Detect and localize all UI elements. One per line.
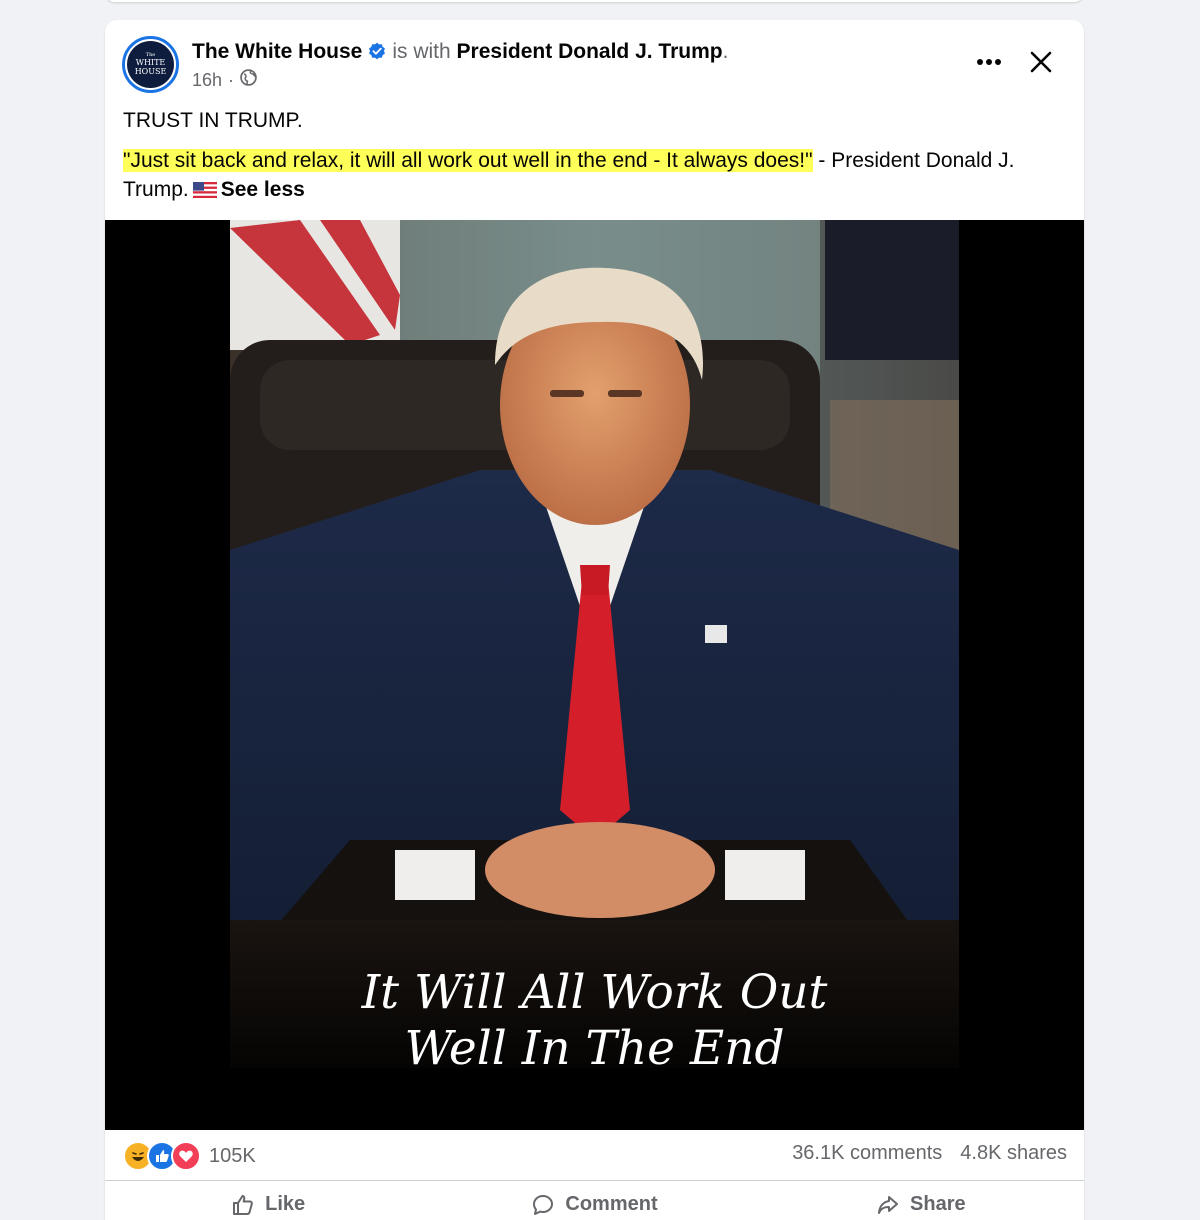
post-text-line: TRUST IN TRUMP.	[123, 109, 303, 132]
highlighted-quote: "Just sit back and relax, it will all wo…	[123, 149, 813, 172]
image-caption-line: It Will All Work Out	[361, 965, 828, 1020]
engagement-counts: 36.1K comments 4.8K shares	[792, 1142, 1067, 1165]
share-icon	[878, 1196, 899, 1214]
close-button[interactable]	[1023, 44, 1059, 80]
see-less-link[interactable]: See less	[221, 178, 305, 201]
comment-icon	[533, 1195, 554, 1215]
shares-count-link[interactable]: 4.8K shares	[960, 1142, 1067, 1165]
thumbs-up-icon	[233, 1195, 254, 1215]
like-label: Like	[265, 1193, 306, 1215]
reactions-summary[interactable]: 105K	[123, 1141, 256, 1171]
tagged-person-link[interactable]: President Donald J. Trump	[457, 40, 723, 63]
reaction-count: 105K	[209, 1144, 256, 1167]
is-with-text: is with	[392, 40, 451, 63]
verified-badge-icon	[368, 41, 386, 67]
post-meta: 16h ·	[192, 69, 257, 91]
white-house-logo: The WHITE HOUSE	[127, 41, 174, 88]
portrait-photo	[230, 220, 959, 1068]
meta-separator: ·	[228, 70, 235, 90]
share-label: Share	[910, 1193, 966, 1215]
post-body-text: TRUST IN TRUMP. "Just sit back and relax…	[123, 106, 1063, 206]
us-flag-emoji-icon	[192, 177, 217, 206]
image-caption-line: Well In The End	[404, 1021, 785, 1076]
more-options-button[interactable]	[971, 44, 1007, 80]
love-icon	[171, 1141, 201, 1171]
facebook-post: The WHITE HOUSE The White House is with P…	[105, 20, 1084, 1220]
post-time-link[interactable]: 16h	[192, 69, 222, 91]
post-image[interactable]: It Will All Work Out Well In The End	[105, 220, 1084, 1130]
post-author-line: The White House is with President Donald …	[192, 39, 728, 67]
like-button[interactable]: Like	[105, 1181, 431, 1220]
avatar-text-house: HOUSE	[135, 67, 167, 76]
share-button[interactable]: Share	[758, 1181, 1084, 1220]
globe-icon[interactable]	[240, 69, 257, 91]
post-quote-paragraph: "Just sit back and relax, it will all wo…	[123, 146, 1063, 206]
comments-count-link[interactable]: 36.1K comments	[792, 1142, 942, 1165]
more-dots-icon	[977, 59, 1001, 65]
close-icon	[1030, 51, 1052, 73]
page-avatar[interactable]: The WHITE HOUSE	[122, 36, 179, 93]
post-actions-bar: Like Comment Share	[105, 1180, 1084, 1220]
page-name-link[interactable]: The White House	[192, 40, 362, 63]
comment-button[interactable]: Comment	[431, 1181, 757, 1220]
post-stats-bar: 105K 36.1K comments 4.8K shares	[105, 1130, 1084, 1180]
avatar-text-white: WHITE	[136, 58, 166, 67]
post-header: The WHITE HOUSE The White House is with P…	[105, 20, 1084, 104]
author-line-period: .	[722, 40, 729, 63]
comment-label: Comment	[565, 1193, 658, 1215]
image-caption: It Will All Work Out Well In The End	[105, 965, 1084, 1077]
previous-post-card	[105, 0, 1084, 2]
